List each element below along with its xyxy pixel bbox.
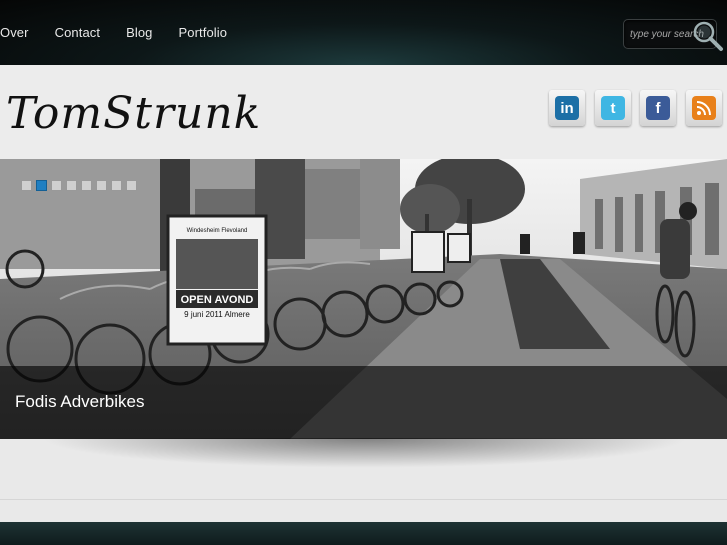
slider-dot[interactable] xyxy=(111,180,122,191)
slider-pagination xyxy=(21,180,141,191)
nav-item-contact[interactable]: Contact xyxy=(55,25,101,40)
linkedin-icon: in xyxy=(555,96,579,120)
slide-caption[interactable]: Fodis Adverbikes xyxy=(15,392,144,412)
slider-dot[interactable] xyxy=(21,180,32,191)
rss-button[interactable] xyxy=(686,90,722,126)
slider-dot-active[interactable] xyxy=(36,180,47,191)
slider-dot[interactable] xyxy=(126,180,137,191)
site-logo[interactable]: TomStrunk xyxy=(6,88,261,139)
poster-title: OPEN AVOND xyxy=(181,294,254,306)
poster-header: Windesheim Flevoland xyxy=(187,228,248,234)
twitter-icon: t xyxy=(601,96,625,120)
facebook-button[interactable]: f xyxy=(640,90,676,126)
slider-shadow xyxy=(40,438,690,468)
content-divider xyxy=(0,499,727,500)
slider-dot[interactable] xyxy=(81,180,92,191)
facebook-icon: f xyxy=(646,96,670,120)
slide-caption-bar: Fodis Adverbikes xyxy=(0,366,727,439)
slider-dot[interactable] xyxy=(51,180,62,191)
rss-icon xyxy=(692,96,716,120)
nav-item-portfolio[interactable]: Portfolio xyxy=(179,25,228,40)
top-navigation-bar: Over Contact Blog Portfolio xyxy=(0,0,727,65)
twitter-button[interactable]: t xyxy=(595,90,631,126)
nav-item-blog[interactable]: Blog xyxy=(126,25,152,40)
nav-item-over[interactable]: Over xyxy=(0,25,29,40)
main-nav: Over Contact Blog Portfolio xyxy=(0,0,253,65)
search-icon[interactable] xyxy=(691,19,725,53)
slider-dot[interactable] xyxy=(96,180,107,191)
poster-date: 9 juni 2011 Almere xyxy=(184,310,250,319)
linkedin-button[interactable]: in xyxy=(549,90,585,126)
slider-dot[interactable] xyxy=(66,180,77,191)
footer-bar xyxy=(0,522,727,545)
